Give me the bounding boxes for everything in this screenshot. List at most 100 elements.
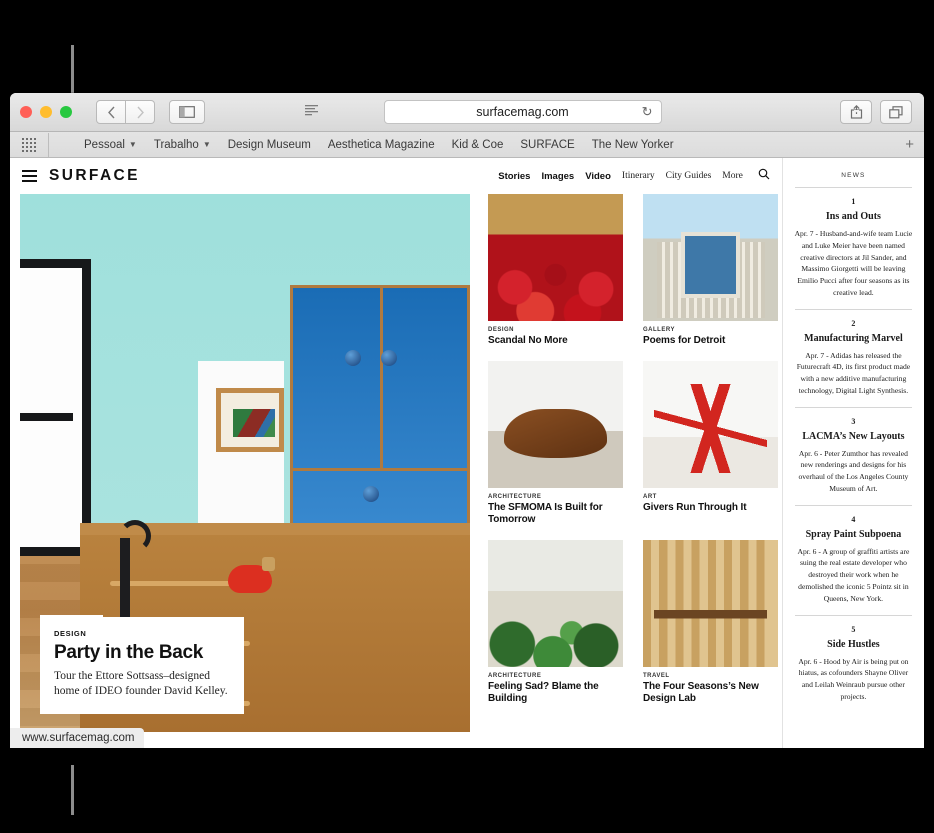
article-card[interactable]: ART Givers Run Through It xyxy=(643,361,778,526)
bookmark-label: Pessoal xyxy=(84,138,125,151)
news-body: Apr. 6 - Peter Zumthor has revealed new … xyxy=(798,448,909,493)
article-title[interactable]: Poems for Detroit xyxy=(643,335,778,347)
news-number: 1 xyxy=(851,197,856,206)
add-bookmark-button[interactable]: + xyxy=(905,136,914,153)
nav-item-images[interactable]: Images xyxy=(541,171,574,182)
forward-button[interactable] xyxy=(126,100,155,124)
article-thumbnail[interactable] xyxy=(643,194,778,321)
bookmark-label: SURFACE xyxy=(520,138,575,151)
content-row: ← 1/3 → DESIGN Party in the Back Tour th… xyxy=(10,194,782,732)
site-logo[interactable]: SURFACE xyxy=(49,167,140,185)
news-number: 3 xyxy=(851,416,856,426)
bookmark-item-pessoal[interactable]: Pessoal ▼ xyxy=(84,139,137,151)
nav-item-city-guides[interactable]: City Guides xyxy=(666,171,712,181)
browser-toolbar: surfacemag.com ↻ xyxy=(10,93,924,132)
news-number: 4 xyxy=(851,514,856,524)
article-thumbnail[interactable] xyxy=(488,194,623,321)
reader-view-icon[interactable] xyxy=(305,103,318,121)
article-card[interactable]: GALLERY Poems for Detroit xyxy=(643,194,778,347)
callout-line-bottom xyxy=(71,765,74,815)
nav-item-itinerary[interactable]: Itinerary xyxy=(622,171,655,181)
news-item[interactable]: 1 Ins and Outs Apr. 7 - Husband-and-wife… xyxy=(793,197,914,299)
cabinet-divider-vertical xyxy=(380,288,383,469)
article-card[interactable]: ARCHITECTURE The SFMOMA Is Built for Tom… xyxy=(488,361,623,526)
cabinet-divider-horizontal xyxy=(293,468,467,472)
news-item[interactable]: 5 Side Hustles Apr. 6 - Hood by Air is b… xyxy=(793,625,914,703)
article-card[interactable]: TRAVEL The Four Seasons’s New Design Lab xyxy=(643,540,778,705)
chevron-left-icon xyxy=(107,106,115,118)
news-title[interactable]: LACMA’s New Layouts xyxy=(793,431,914,442)
news-title[interactable]: Ins and Outs xyxy=(793,211,914,222)
article-thumbnail[interactable] xyxy=(488,361,623,488)
news-item[interactable]: 4 Spray Paint Subpoena Apr. 6 - A group … xyxy=(793,515,914,605)
news-body: Apr. 6 - A group of graffiti artists are… xyxy=(797,546,910,603)
search-icon[interactable] xyxy=(758,167,770,185)
page-main-column: SURFACE Stories Images Video Itinerary C… xyxy=(10,158,782,748)
minimize-button[interactable] xyxy=(40,106,52,118)
article-thumbnail[interactable] xyxy=(643,540,778,667)
news-number: 2 xyxy=(851,318,856,328)
bookmark-item-surface[interactable]: SURFACE xyxy=(520,139,574,151)
bookmark-label: Kid & Coe xyxy=(451,138,504,151)
hero-title[interactable]: Party in the Back xyxy=(54,642,230,664)
hero-article[interactable]: ← 1/3 → DESIGN Party in the Back Tour th… xyxy=(20,194,470,732)
news-title[interactable]: Manufacturing Marvel xyxy=(793,333,914,344)
article-title[interactable]: The Four Seasons’s New Design Lab xyxy=(643,681,778,705)
article-kicker: ARCHITECTURE xyxy=(488,673,542,679)
news-body: Apr. 7 - Husband-and-wife team Lucie and… xyxy=(794,229,913,297)
hero-kicker: DESIGN xyxy=(54,628,87,638)
nav-item-video[interactable]: Video xyxy=(585,171,611,182)
nav-item-stories[interactable]: Stories xyxy=(498,171,530,182)
tab-overview-button[interactable] xyxy=(880,100,912,124)
reload-button[interactable]: ↻ xyxy=(642,104,653,120)
share-button[interactable] xyxy=(840,100,872,124)
news-sidebar: NEWS 1 Ins and Outs Apr. 7 - Husband-and… xyxy=(781,158,924,748)
news-item[interactable]: 2 Manufacturing Marvel Apr. 7 - Adidas h… xyxy=(793,319,914,397)
article-card[interactable]: DESIGN Scandal No More xyxy=(488,194,623,347)
article-kicker: ARCHITECTURE xyxy=(488,494,542,500)
article-title[interactable]: The SFMOMA Is Built for Tomorrow xyxy=(488,502,623,526)
news-title[interactable]: Side Hustles xyxy=(793,639,914,650)
article-kicker: DESIGN xyxy=(488,327,515,333)
article-thumbnail[interactable] xyxy=(488,540,623,667)
news-title[interactable]: Spray Paint Subpoena xyxy=(793,529,914,540)
address-bar[interactable]: surfacemag.com ↻ xyxy=(383,100,662,124)
zoom-button[interactable] xyxy=(60,106,72,118)
chevron-right-icon xyxy=(136,106,144,118)
article-title[interactable]: Givers Run Through It xyxy=(643,502,778,514)
apps-grid-button[interactable] xyxy=(10,132,49,157)
browser-window: surfacemag.com ↻ Pessoal ▼ Trabalho ▼ De… xyxy=(10,93,924,748)
sidebar-toggle-button[interactable] xyxy=(169,100,205,124)
close-button[interactable] xyxy=(20,106,32,118)
reader-lines-icon xyxy=(305,105,318,116)
window-controls xyxy=(10,106,72,118)
bookmark-item-aesthetica-magazine[interactable]: Aesthetica Magazine xyxy=(328,139,435,151)
article-title[interactable]: Scandal No More xyxy=(488,335,623,347)
cabinet-knob xyxy=(381,350,397,367)
news-body: Apr. 6 - Hood by Air is being put on hia… xyxy=(798,656,909,701)
article-card[interactable]: ARCHITECTURE Feeling Sad? Blame the Buil… xyxy=(488,540,623,705)
news-item[interactable]: 3 LACMA’s New Layouts Apr. 6 - Peter Zum… xyxy=(793,417,914,495)
nav-item-more[interactable]: More xyxy=(722,171,743,181)
chevron-down-icon: ▼ xyxy=(128,140,137,149)
bookmark-item-the-new-yorker[interactable]: The New Yorker xyxy=(592,139,674,151)
article-thumbnail[interactable] xyxy=(643,361,778,488)
news-number: 5 xyxy=(851,624,856,634)
apps-grid-icon xyxy=(22,137,36,152)
bookmark-label: Trabalho xyxy=(153,138,199,151)
article-title[interactable]: Feeling Sad? Blame the Building xyxy=(488,681,623,705)
back-button[interactable] xyxy=(96,100,126,124)
hamburger-menu-icon[interactable] xyxy=(22,170,37,182)
bookmark-item-kid-and-coe[interactable]: Kid & Coe xyxy=(452,139,504,151)
bookmark-item-design-museum[interactable]: Design Museum xyxy=(228,139,311,151)
site-header: SURFACE Stories Images Video Itinerary C… xyxy=(10,158,782,194)
hero-red-object xyxy=(228,557,275,594)
bookmark-item-trabalho[interactable]: Trabalho ▼ xyxy=(154,139,211,151)
chevron-down-icon: ▼ xyxy=(202,140,211,149)
sidebar-icon xyxy=(179,106,195,118)
hero-caption[interactable]: DESIGN Party in the Back Tour the Ettore… xyxy=(40,616,244,714)
toolbar-right-buttons xyxy=(840,100,924,124)
divider xyxy=(794,504,912,506)
site-navigation: Stories Images Video Itinerary City Guid… xyxy=(498,167,770,185)
bookmarks-bar: Pessoal ▼ Trabalho ▼ Design Museum Aesth… xyxy=(10,132,924,158)
